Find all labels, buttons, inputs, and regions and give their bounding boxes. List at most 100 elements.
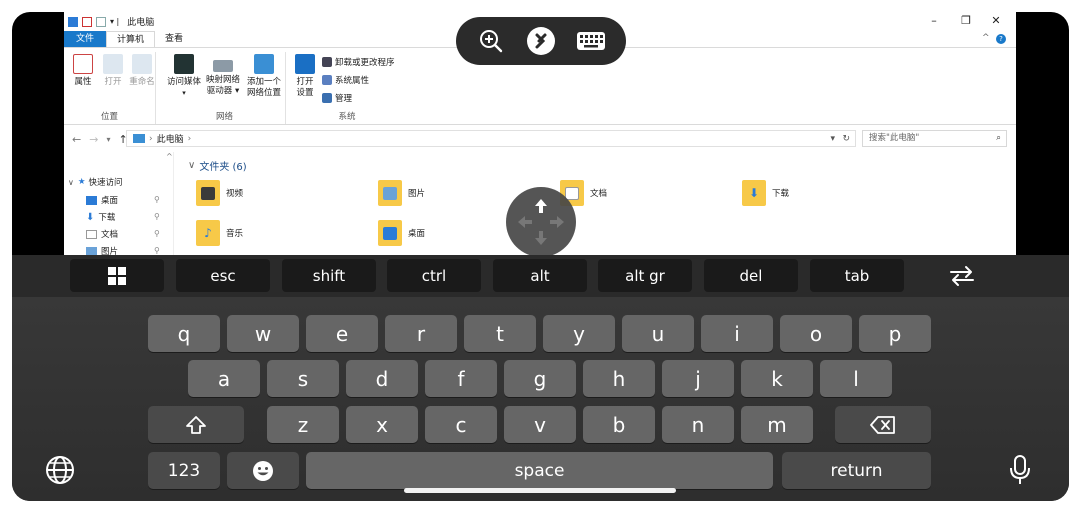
- folder-videos[interactable]: 视频: [196, 180, 243, 206]
- pin-icon[interactable]: ⚲: [154, 212, 160, 221]
- key-x[interactable]: x: [346, 406, 418, 443]
- key-o[interactable]: o: [780, 315, 852, 352]
- properties-button[interactable]: 属性: [70, 52, 96, 88]
- address-field[interactable]: › 此电脑 › ▾ ↻: [126, 130, 856, 147]
- dictation-button[interactable]: [1000, 450, 1040, 490]
- key-d[interactable]: d: [346, 360, 418, 397]
- folder-downloads[interactable]: ⬇ 下载: [742, 180, 789, 206]
- system-properties-button[interactable]: 系统属性: [322, 74, 369, 86]
- tab-key[interactable]: tab: [810, 259, 904, 292]
- keyboard-toggle-button[interactable]: [575, 25, 607, 57]
- key-a[interactable]: a: [188, 360, 260, 397]
- key-g[interactable]: g: [504, 360, 576, 397]
- access-media-button[interactable]: 访问媒体 ▾: [166, 52, 202, 99]
- open-button[interactable]: 打开: [100, 52, 126, 88]
- ctrl-key[interactable]: ctrl: [387, 259, 481, 292]
- maximize-button[interactable]: ❐: [956, 14, 976, 28]
- tab-computer[interactable]: 计算机: [106, 31, 156, 47]
- key-t[interactable]: t: [464, 315, 536, 352]
- shift-mod-key[interactable]: shift: [282, 259, 376, 292]
- remote-desktop-button[interactable]: [525, 25, 557, 57]
- minimize-button[interactable]: –: [924, 14, 944, 28]
- collapse-ribbon-icon[interactable]: ^: [982, 33, 990, 43]
- pin-icon[interactable]: ⚲: [154, 229, 160, 238]
- tab-view[interactable]: 查看: [155, 31, 193, 47]
- alt-key[interactable]: alt: [493, 259, 587, 292]
- search-icon: ⌕: [996, 133, 1001, 143]
- key-f[interactable]: f: [425, 360, 497, 397]
- nav-item-downloads[interactable]: ⬇ 下载: [86, 209, 115, 225]
- nav-quick-access[interactable]: ∨ ★ 快速访问: [68, 174, 123, 190]
- pin-icon[interactable]: ⚲: [154, 246, 160, 255]
- pin-icon[interactable]: ⚲: [154, 195, 160, 204]
- key-z[interactable]: z: [267, 406, 339, 443]
- tab-file[interactable]: 文件: [64, 31, 106, 47]
- expand-chevron-icon[interactable]: ∨: [68, 178, 74, 187]
- zoom-button[interactable]: [475, 25, 507, 57]
- key-b[interactable]: b: [583, 406, 655, 443]
- navigation-pane: ∨ ★ 快速访问 桌面 ⚲ ⬇ 下载 ⚲ 文档 ⚲ 图片 ⚲ ^: [64, 152, 174, 255]
- folder-pictures[interactable]: 图片: [378, 180, 425, 206]
- key-i[interactable]: i: [701, 315, 773, 352]
- new-folder-quick-icon[interactable]: [96, 16, 106, 27]
- refresh-icon[interactable]: ↻: [842, 134, 850, 144]
- rename-button[interactable]: 重命名: [128, 52, 156, 88]
- key-e[interactable]: e: [306, 315, 378, 352]
- customize-quick-access-icon[interactable]: ▾ |: [110, 17, 119, 26]
- key-h[interactable]: h: [583, 360, 655, 397]
- key-l[interactable]: l: [820, 360, 892, 397]
- key-r[interactable]: r: [385, 315, 457, 352]
- numbers-key[interactable]: 123: [148, 452, 220, 489]
- add-network-location-button[interactable]: 添加一个 网络位置: [244, 52, 284, 99]
- folder-music[interactable]: ♪ 音乐: [196, 220, 243, 246]
- key-q[interactable]: q: [148, 315, 220, 352]
- backspace-key[interactable]: [835, 406, 931, 443]
- key-v[interactable]: v: [504, 406, 576, 443]
- properties-quick-icon[interactable]: [82, 16, 92, 27]
- manage-button[interactable]: 管理: [322, 92, 352, 104]
- key-m[interactable]: m: [741, 406, 813, 443]
- address-dropdown-icon[interactable]: ▾: [830, 134, 835, 144]
- shift-key[interactable]: [148, 406, 244, 443]
- return-key[interactable]: return: [782, 452, 931, 489]
- network-drive-icon: [213, 60, 233, 72]
- open-settings-button[interactable]: 打开 设置: [292, 52, 318, 99]
- key-w[interactable]: w: [227, 315, 299, 352]
- forward-arrow-icon[interactable]: →: [89, 133, 98, 146]
- key-s[interactable]: s: [267, 360, 339, 397]
- swap-keys-button[interactable]: [942, 261, 982, 291]
- uninstall-program-button[interactable]: 卸载或更改程序: [322, 56, 395, 68]
- recent-locations-icon[interactable]: ▾: [106, 135, 110, 144]
- alt-gr-key[interactable]: alt gr: [598, 259, 692, 292]
- folders-group-header[interactable]: ∨ 文件夹 (6): [188, 158, 247, 173]
- map-network-drive-button[interactable]: 映射网络 驱动器 ▾: [204, 52, 242, 97]
- back-arrow-icon[interactable]: ←: [72, 133, 81, 146]
- emoji-key[interactable]: [227, 452, 299, 489]
- nav-item-desktop[interactable]: 桌面: [86, 192, 118, 208]
- nav-item-documents[interactable]: 文档: [86, 226, 118, 242]
- globe-button[interactable]: [40, 450, 80, 490]
- folder-label: 图片: [408, 189, 426, 199]
- folder-desktop[interactable]: 桌面: [378, 220, 425, 246]
- scroll-up-icon[interactable]: ^: [166, 152, 173, 161]
- key-c[interactable]: c: [425, 406, 497, 443]
- move-handle[interactable]: [506, 187, 576, 257]
- del-key[interactable]: del: [704, 259, 798, 292]
- key-j[interactable]: j: [662, 360, 734, 397]
- esc-key[interactable]: esc: [176, 259, 270, 292]
- close-button[interactable]: ✕: [986, 14, 1006, 28]
- group-label-system: 系统: [338, 112, 356, 122]
- search-input[interactable]: 搜索"此电脑" ⌕: [862, 130, 1007, 147]
- computer-icon: [133, 134, 145, 143]
- key-y[interactable]: y: [543, 315, 615, 352]
- home-indicator[interactable]: [404, 488, 676, 493]
- nav-item-pictures[interactable]: 图片: [86, 243, 118, 255]
- key-k[interactable]: k: [741, 360, 813, 397]
- key-n[interactable]: n: [662, 406, 734, 443]
- key-p[interactable]: p: [859, 315, 931, 352]
- windows-key[interactable]: [70, 259, 164, 292]
- collapse-chevron-icon[interactable]: ∨: [188, 160, 195, 171]
- help-icon[interactable]: ?: [996, 34, 1006, 44]
- key-u[interactable]: u: [622, 315, 694, 352]
- space-key[interactable]: space: [306, 452, 773, 489]
